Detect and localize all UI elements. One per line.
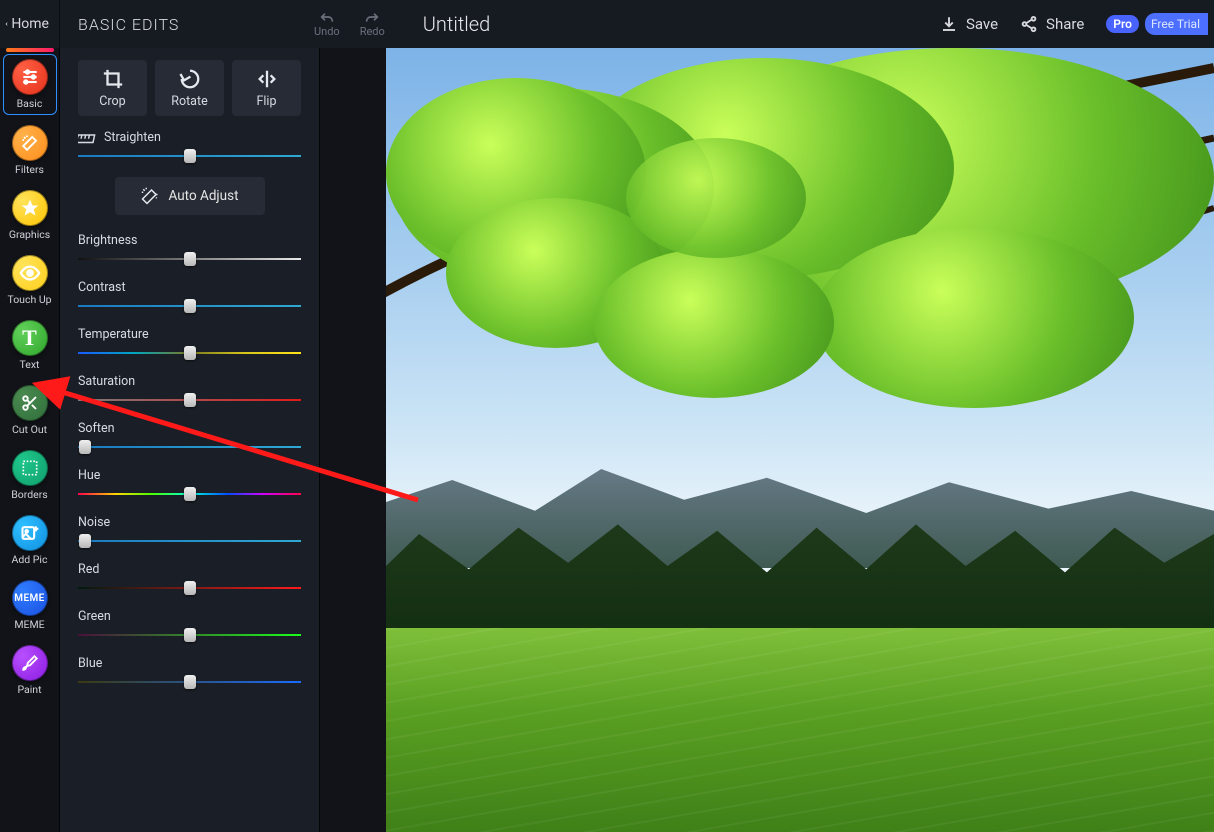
tool-label-graphics: Graphics	[9, 228, 50, 241]
straighten-control: Straighten	[78, 130, 301, 161]
contrast-label: Contrast	[78, 280, 301, 295]
straighten-label: Straighten	[104, 130, 161, 145]
undo-label: Undo	[314, 25, 340, 38]
straighten-slider[interactable]	[78, 151, 301, 161]
sliders-icon	[12, 59, 48, 95]
straighten-icon	[78, 131, 96, 145]
noise-slider[interactable]	[78, 536, 301, 546]
tool-label-borders: Borders	[11, 488, 47, 501]
meme-icon: MEME	[12, 580, 48, 616]
tool-label-addpic: Add Pic	[12, 553, 48, 566]
redo-label: Redo	[360, 25, 385, 38]
tool-paint[interactable]: Paint	[3, 641, 57, 700]
saturation-label: Saturation	[78, 374, 301, 389]
soften-slider[interactable]	[78, 442, 301, 452]
redo-button[interactable]: Redo	[360, 11, 385, 38]
controls-panel: Crop Rotate Flip Straighten Auto Adjust …	[60, 48, 320, 832]
tool-filters[interactable]: Filters	[3, 121, 57, 180]
brightness-slider[interactable]	[78, 254, 301, 264]
share-label: Share	[1046, 15, 1084, 33]
crop-icon	[102, 68, 124, 90]
flip-icon	[256, 68, 278, 90]
red-slider[interactable]	[78, 583, 301, 593]
temperature-slider[interactable]	[78, 348, 301, 358]
scissors-icon	[12, 385, 48, 421]
tool-label-filters: Filters	[15, 163, 44, 176]
crop-button[interactable]: Crop	[78, 60, 147, 116]
wand-icon	[12, 125, 48, 161]
tool-addpic[interactable]: Add Pic	[3, 511, 57, 570]
border-icon	[12, 450, 48, 486]
chevron-left-icon	[4, 17, 9, 31]
pro-pill: Pro	[1106, 15, 1139, 33]
green-slider[interactable]	[78, 630, 301, 640]
text-icon: T	[12, 320, 48, 356]
blue-label: Blue	[78, 656, 301, 671]
download-icon	[940, 15, 958, 33]
noise-label: Noise	[78, 515, 301, 530]
red-label: Red	[78, 562, 301, 577]
canvas-area	[320, 48, 1214, 832]
share-button[interactable]: Share	[1020, 15, 1084, 33]
hue-label: Hue	[78, 468, 301, 483]
tool-label-paint: Paint	[17, 683, 41, 696]
save-button[interactable]: Save	[940, 15, 998, 33]
tool-meme[interactable]: MEME MEME	[3, 576, 57, 635]
auto-adjust-label: Auto Adjust	[169, 188, 239, 204]
blue-slider[interactable]	[78, 677, 301, 687]
accent-strip	[6, 48, 54, 52]
top-bar: Home BASIC EDITS Undo Redo Untitled Save…	[0, 0, 1214, 48]
eye-icon	[12, 255, 48, 291]
share-icon	[1020, 15, 1038, 33]
green-label: Green	[78, 609, 301, 624]
free-trial-label: Free Trial	[1145, 13, 1208, 35]
contrast-slider[interactable]	[78, 301, 301, 311]
image-plus-icon	[12, 515, 48, 551]
panel-title: BASIC EDITS	[60, 15, 314, 34]
rotate-button[interactable]: Rotate	[155, 60, 224, 116]
tool-text[interactable]: T Text	[3, 316, 57, 375]
tool-graphics[interactable]: Graphics	[3, 186, 57, 245]
toolbar: Basic Filters Graphics Touch Up T Text	[0, 48, 60, 832]
tool-borders[interactable]: Borders	[3, 446, 57, 505]
home-button[interactable]: Home	[0, 0, 60, 48]
image-title: Untitled	[403, 12, 940, 36]
tool-label-meme: MEME	[14, 618, 44, 631]
wand-sm-icon	[141, 187, 159, 205]
brightness-label: Brightness	[78, 233, 301, 248]
saturation-slider[interactable]	[78, 395, 301, 405]
rotate-label: Rotate	[171, 94, 207, 109]
pro-badge[interactable]: Pro Free Trial	[1106, 13, 1208, 35]
hue-slider[interactable]	[78, 489, 301, 499]
tool-basic[interactable]: Basic	[3, 54, 57, 115]
undo-button[interactable]: Undo	[314, 11, 340, 38]
tool-label-basic: Basic	[17, 97, 43, 110]
star-icon	[12, 190, 48, 226]
crop-label: Crop	[99, 94, 125, 109]
home-label: Home	[11, 16, 49, 32]
canvas-image[interactable]	[386, 48, 1214, 832]
brush-icon	[12, 645, 48, 681]
flip-label: Flip	[256, 94, 276, 109]
tool-touchup[interactable]: Touch Up	[3, 251, 57, 310]
temperature-label: Temperature	[78, 327, 301, 342]
tool-label-cutout: Cut Out	[12, 423, 47, 436]
soften-label: Soften	[78, 421, 301, 436]
rotate-icon	[179, 68, 201, 90]
auto-adjust-button[interactable]: Auto Adjust	[115, 177, 265, 215]
tool-label-touchup: Touch Up	[7, 293, 51, 306]
tool-label-text: Text	[20, 358, 40, 371]
save-label: Save	[966, 15, 998, 33]
tool-cutout[interactable]: Cut Out	[3, 381, 57, 440]
flip-button[interactable]: Flip	[232, 60, 301, 116]
